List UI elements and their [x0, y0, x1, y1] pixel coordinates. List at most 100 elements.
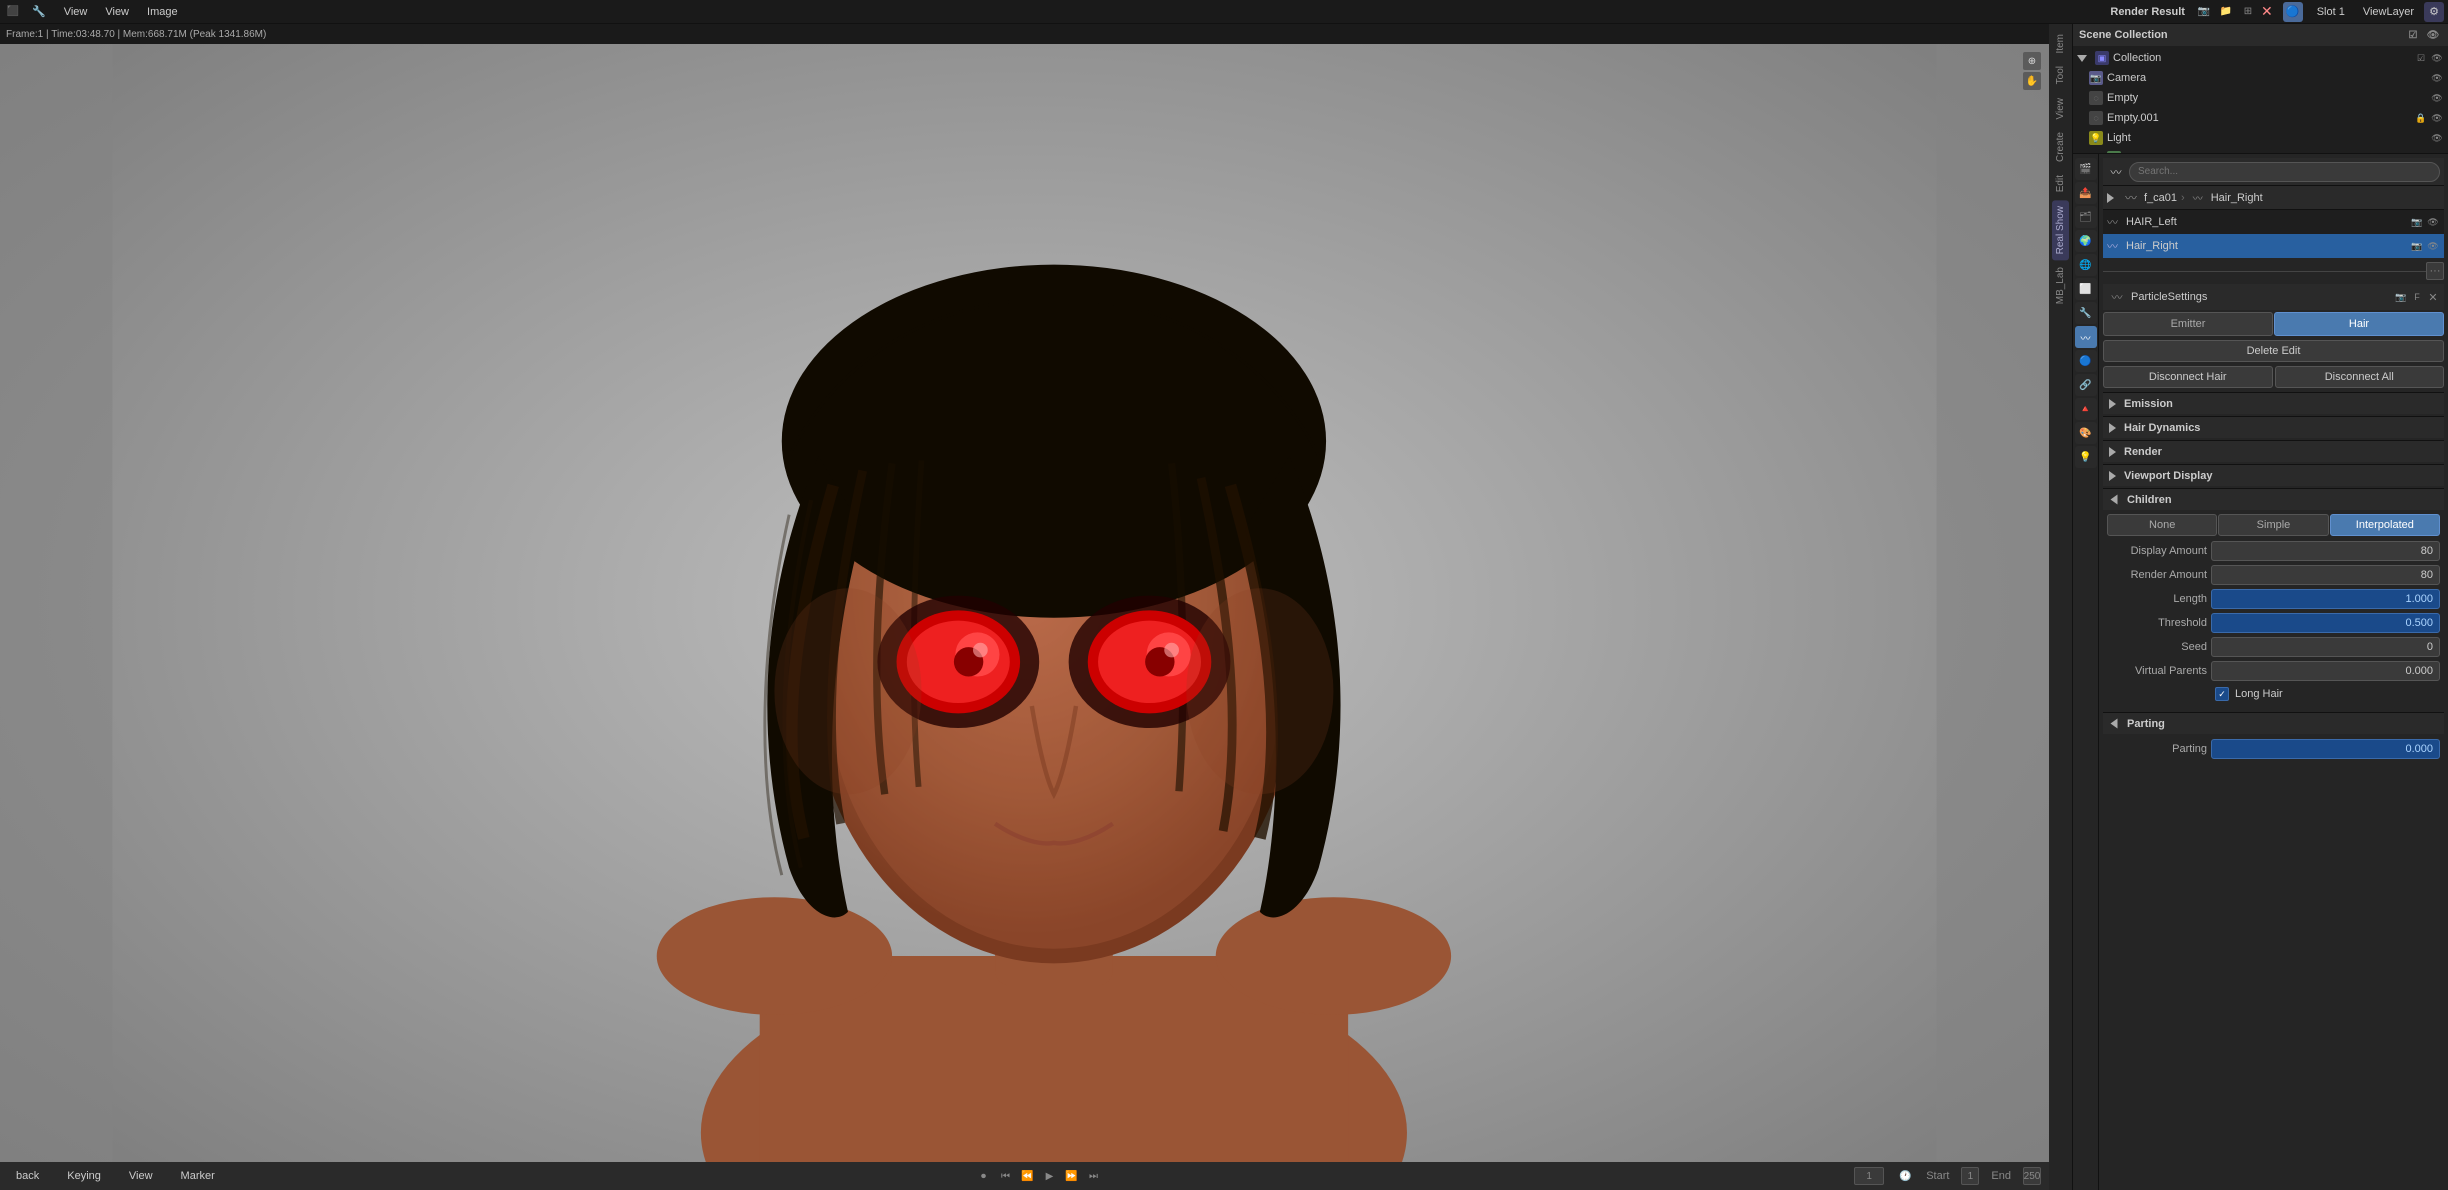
long-hair-checkbox[interactable]: ✓ — [2215, 687, 2229, 701]
folder-icon[interactable]: 📁 — [2217, 3, 2235, 21]
children-type-interpolated[interactable]: Interpolated — [2330, 514, 2440, 536]
sidebar-tab-view[interactable]: View — [2052, 92, 2069, 126]
parting-value[interactable]: 0.000 — [2211, 739, 2440, 759]
prop-tab-particles[interactable]: 〰 — [2075, 326, 2097, 348]
tab-hair[interactable]: Hair — [2274, 312, 2444, 336]
sidebar-tab-edit[interactable]: Edit — [2052, 169, 2069, 198]
ps-fake-user-icon[interactable]: F — [2410, 290, 2424, 304]
prop-tab-render[interactable]: 🎬 — [2075, 158, 2097, 180]
delete-edit-button[interactable]: Delete Edit — [2103, 340, 2444, 362]
viewport-mode-icon[interactable]: 🔵 — [2283, 2, 2303, 22]
ps-render-icon[interactable]: 📷 — [2394, 290, 2408, 304]
children-type-simple[interactable]: Simple — [2218, 514, 2328, 536]
parting-section-header[interactable]: Parting — [2103, 712, 2444, 734]
length-value[interactable]: 1.000 — [2211, 589, 2440, 609]
outliner-item-light[interactable]: 💡 Light 👁 — [2073, 128, 2448, 148]
hairright-render[interactable]: 📷 — [2410, 239, 2424, 253]
tab-emitter[interactable]: Emitter — [2103, 312, 2273, 336]
marker-menu[interactable]: Marker — [173, 1168, 223, 1184]
camera-vis[interactable]: 👁 — [2430, 71, 2444, 85]
light-vis[interactable]: 👁 — [2430, 131, 2444, 145]
emission-section-header[interactable]: Emission — [2103, 392, 2444, 414]
outliner-item-empty001[interactable]: ◌ Empty.001 🔒 👁 — [2073, 108, 2448, 128]
vis-eye[interactable]: 👁 — [2430, 51, 2444, 65]
particle-item-hairright[interactable]: 〰 Hair_Right 📷 👁 — [2103, 234, 2444, 258]
children-section-header[interactable]: Children — [2103, 488, 2444, 510]
prop-tab-shader[interactable]: 💡 — [2075, 446, 2097, 468]
play-button[interactable]: ▶ — [1040, 1167, 1058, 1185]
prop-tab-constraints[interactable]: 🔗 — [2075, 374, 2097, 396]
zoom-icon[interactable]: ⊕ — [2023, 52, 2041, 70]
keying-menu[interactable]: Keying — [59, 1168, 109, 1184]
prop-tab-modifier[interactable]: 🔧 — [2075, 302, 2097, 324]
prop-tab-scene[interactable]: 🌍 — [2075, 230, 2097, 252]
step-forward-button[interactable]: ⏩ — [1062, 1167, 1080, 1185]
hair-dynamics-section-header[interactable]: Hair Dynamics — [2103, 416, 2444, 438]
outliner-item-collection[interactable]: ▣ Collection ☑ 👁 — [2073, 48, 2448, 68]
end-frame[interactable]: 250 — [2023, 1167, 2041, 1185]
skip-forward-button[interactable]: ⏭ — [1084, 1167, 1102, 1185]
record-button[interactable]: ⏺ — [974, 1167, 992, 1185]
render-amount-value[interactable]: 80 — [2211, 565, 2440, 585]
render-section-header[interactable]: Render — [2103, 440, 2444, 462]
skip-back-button[interactable]: ⏮ — [996, 1167, 1014, 1185]
prop-tab-physics[interactable]: 🔵 — [2075, 350, 2097, 372]
outliner-item-empty[interactable]: ◌ Empty 👁 — [2073, 88, 2448, 108]
blender-logo-icon[interactable]: ⬛ — [4, 3, 22, 21]
camera-icon[interactable]: 📷 — [2195, 3, 2213, 21]
prop-tab-object[interactable]: ⬜ — [2075, 278, 2097, 300]
seed-value[interactable]: 0 — [2211, 637, 2440, 657]
close-button[interactable]: ✕ — [2261, 3, 2273, 20]
empty001-restrict[interactable]: 🔒 — [2414, 111, 2428, 125]
hairright-vis[interactable]: 👁 — [2426, 239, 2440, 253]
back-label[interactable]: back — [8, 1168, 47, 1184]
menu-item-image[interactable]: Image — [139, 4, 186, 20]
prop-tab-world[interactable]: 🌐 — [2075, 254, 2097, 276]
outliner-item-camera[interactable]: 📷 Camera 👁 — [2073, 68, 2448, 88]
frame-current[interactable]: 1 — [1854, 1167, 1884, 1185]
grid-icon[interactable]: ⊞ — [2239, 3, 2257, 21]
breadcrumb-item-hairright[interactable]: Hair_Right — [2211, 192, 2263, 204]
sidebar-tab-item[interactable]: Item — [2052, 28, 2069, 59]
outliner-eye[interactable]: 👁 — [2424, 26, 2442, 44]
disconnect-hair-button[interactable]: Disconnect Hair — [2103, 366, 2273, 388]
sidebar-tab-mblab[interactable]: MB_Lab — [2052, 261, 2069, 310]
sidebar-tab-realshow[interactable]: Real Show — [2052, 200, 2069, 260]
hand-icon[interactable]: ✋ — [2023, 72, 2041, 90]
hair-particle-icon: 〰 — [2107, 214, 2118, 230]
settings-icon[interactable]: ⚙ — [2424, 2, 2444, 22]
step-back-button[interactable]: ⏪ — [1018, 1167, 1036, 1185]
prop-tab-material[interactable]: 🎨 — [2075, 422, 2097, 444]
menu-item-view2[interactable]: View — [97, 4, 137, 20]
outliner-checkbox[interactable]: ☑ — [2404, 26, 2422, 44]
display-amount-value[interactable]: 80 — [2211, 541, 2440, 561]
start-frame[interactable]: 1 — [1961, 1167, 1979, 1185]
breadcrumb-item-fca01[interactable]: f_ca01 — [2144, 192, 2177, 204]
view-menu[interactable]: View — [121, 1168, 161, 1184]
virtual-parents-value[interactable]: 0.000 — [2211, 661, 2440, 681]
prop-tab-viewlayer[interactable]: 🗂 — [2075, 206, 2097, 228]
emission-label: Emission — [2124, 398, 2173, 410]
list-add-btn[interactable]: ··· — [2426, 262, 2444, 280]
prop-search-input[interactable] — [2129, 162, 2440, 182]
ps-unlink-icon[interactable]: ✕ — [2426, 290, 2440, 304]
empty001-vis[interactable]: 👁 — [2430, 111, 2444, 125]
menu-item-toggle[interactable]: 🔧 — [24, 3, 54, 20]
particle-item-hairleft[interactable]: 〰 HAIR_Left 📷 👁 — [2103, 210, 2444, 234]
prop-tab-output[interactable]: 📤 — [2075, 182, 2097, 204]
vis-checkbox[interactable]: ☑ — [2414, 51, 2428, 65]
hairleft-render[interactable]: 📷 — [2410, 215, 2424, 229]
prop-tab-sidebar: 🎬 📤 🗂 🌍 🌐 ⬜ 🔧 〰 🔵 🔗 🔺 🎨 💡 — [2073, 154, 2099, 1190]
sidebar-tab-create[interactable]: Create — [2052, 126, 2069, 168]
slot-label[interactable]: Slot 1 — [2309, 4, 2353, 20]
hairleft-vis[interactable]: 👁 — [2426, 215, 2440, 229]
sidebar-tab-tool[interactable]: Tool — [2052, 60, 2069, 90]
viewport-display-section-header[interactable]: Viewport Display — [2103, 464, 2444, 486]
threshold-value[interactable]: 0.500 — [2211, 613, 2440, 633]
menu-item-view1[interactable]: View — [56, 4, 96, 20]
prop-tab-data[interactable]: 🔺 — [2075, 398, 2097, 420]
viewlayer-label[interactable]: ViewLayer — [2355, 4, 2422, 20]
disconnect-all-button[interactable]: Disconnect All — [2275, 366, 2445, 388]
children-type-none[interactable]: None — [2107, 514, 2217, 536]
empty-vis[interactable]: 👁 — [2430, 91, 2444, 105]
